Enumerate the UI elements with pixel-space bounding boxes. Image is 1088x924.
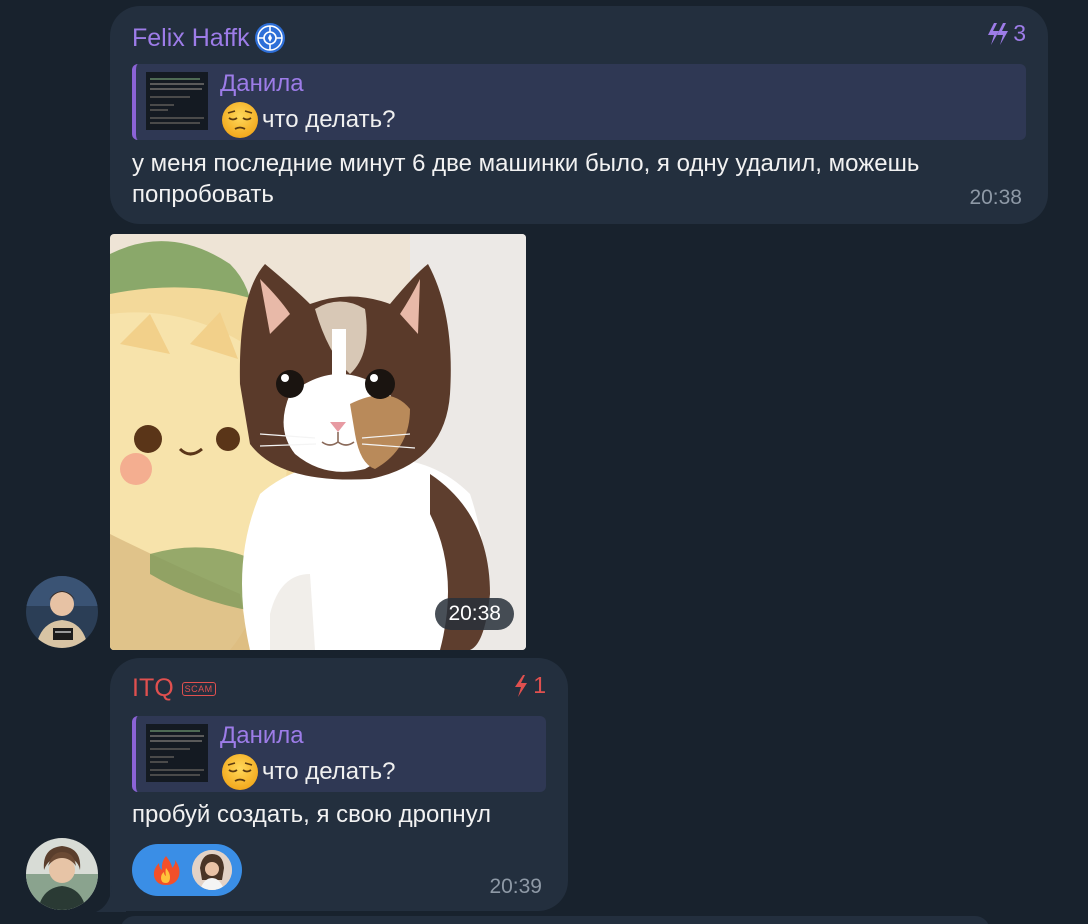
sender-name-label: Felix Haffk	[132, 23, 250, 52]
verified-badge-icon	[254, 23, 285, 53]
boost-lightning-icon	[515, 674, 528, 697]
cat-photo	[110, 234, 526, 650]
photo-message[interactable]: 20:38	[110, 234, 526, 650]
scam-badge: SCAM	[181, 681, 216, 696]
chat-window: Felix Haffk 3 Данила что делать? у меня …	[0, 0, 1088, 924]
pensive-face-emoji-icon	[222, 102, 258, 138]
photo-time: 20:38	[435, 598, 514, 630]
boost-indicator: 3	[985, 20, 1026, 47]
reply-sender-name: Данила	[220, 722, 304, 749]
avatar-felix[interactable]	[26, 576, 98, 648]
sender-name[interactable]: Felix Haffk	[132, 22, 286, 54]
reply-thumbnail	[146, 72, 208, 130]
boost-lightning-icon	[988, 22, 1009, 45]
reaction-button[interactable]	[132, 844, 242, 896]
boost-count: 1	[533, 672, 546, 698]
fire-icon	[153, 856, 180, 885]
reply-text-label: что делать?	[262, 106, 396, 133]
bubble-tail	[96, 886, 126, 912]
avatar-itq-image	[26, 838, 98, 910]
message-time: 20:38	[969, 186, 1022, 209]
message-bubble-itq[interactable]: ITQ SCAM 1 Данила что делать? пробуй соз…	[110, 658, 568, 911]
reply-quote[interactable]: Данила что делать?	[132, 64, 1026, 140]
reply-thumbnail	[146, 724, 208, 782]
avatar-itq[interactable]	[26, 838, 98, 910]
sender-name-label: ITQ	[132, 674, 174, 702]
reply-text: что делать?	[220, 100, 395, 140]
reactor-avatar-image	[192, 850, 232, 890]
reply-quote[interactable]: Данила что делать?	[132, 716, 546, 792]
reactor-avatar	[192, 850, 232, 890]
pensive-face-emoji-icon	[222, 754, 258, 790]
reply-sender-name: Данила	[220, 70, 304, 97]
boost-indicator: 1	[511, 672, 546, 699]
message-time: 20:39	[489, 875, 542, 898]
boost-count: 3	[1013, 20, 1026, 46]
reply-text: что делать?	[220, 752, 395, 792]
message-bubble-felix[interactable]: Felix Haffk 3 Данила что делать? у меня …	[110, 6, 1048, 224]
message-text: пробуй создать, я свою дропнул	[132, 801, 492, 828]
next-message-bubble	[120, 916, 990, 924]
avatar-felix-image	[26, 576, 98, 648]
sender-name[interactable]: ITQ SCAM	[132, 674, 216, 703]
reply-text-label: что делать?	[262, 758, 396, 785]
message-text: у меня последние минут 6 две машинки был…	[132, 150, 920, 208]
